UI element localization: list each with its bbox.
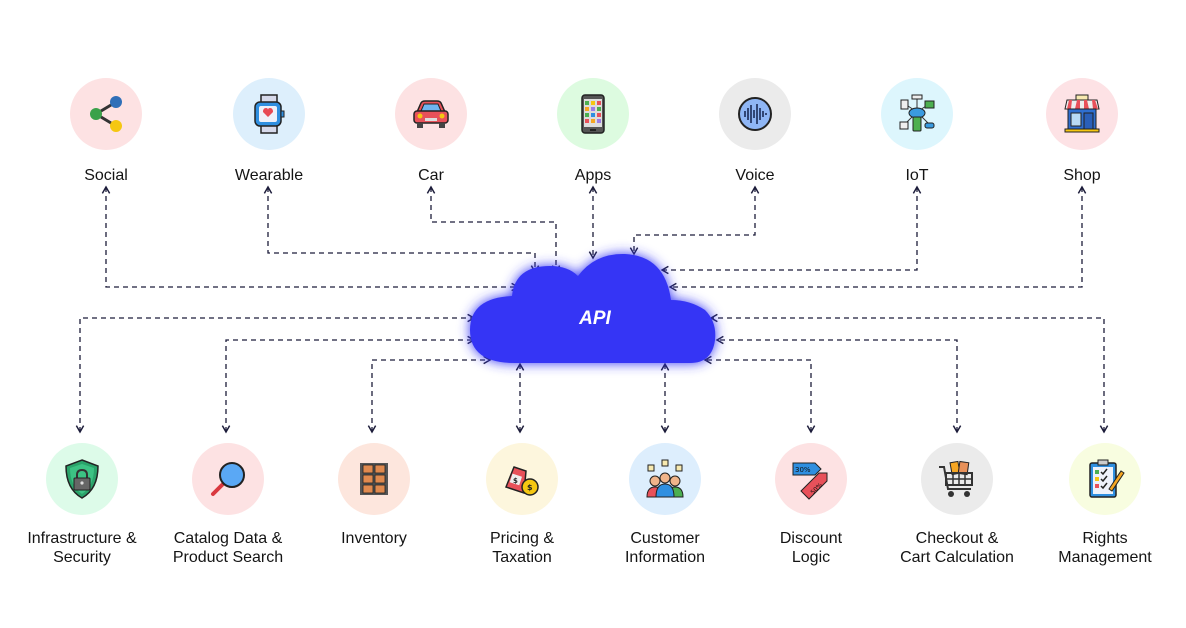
connector-rights (709, 313, 1109, 434)
discount-circle: 30% 50% (775, 443, 847, 515)
node-apps: Apps (518, 78, 668, 185)
api-integration-diagram: API Social Wearable Car Apps Voice IoT S… (0, 0, 1186, 628)
api-label: API (579, 308, 611, 329)
storefront-icon (1064, 94, 1100, 133)
node-discount-logic: 30% 50% Discount Logic (736, 443, 886, 567)
node-car: Car (356, 78, 506, 185)
node-checkout-cart: Checkout & Cart Calculation (882, 443, 1032, 567)
apps-circle (557, 78, 629, 150)
warehouse-shelf-icon (360, 463, 388, 495)
infrastructure-circle (46, 443, 118, 515)
smartphone-apps-icon (581, 94, 605, 134)
node-pricing-taxation: $ $ Pricing & Taxation (447, 443, 597, 567)
iot-circle (881, 78, 953, 150)
connector-checkout (715, 335, 962, 434)
catalog-circle (192, 443, 264, 515)
rights-management-label: Rights Management (1058, 530, 1152, 566)
customers-group-icon (646, 459, 684, 498)
checkout-circle (921, 443, 993, 515)
catalog-data-label: Catalog Data & Product Search (172, 530, 284, 566)
discount-logic-label: Discount Logic (779, 530, 843, 566)
smartwatch-icon (254, 94, 285, 134)
shop-circle (1046, 78, 1118, 150)
svg-text:$: $ (527, 483, 533, 492)
iot-label: IoT (905, 167, 929, 184)
social-circle (70, 78, 142, 150)
customer-circle (629, 443, 701, 515)
share-icon (90, 96, 122, 132)
node-iot: IoT (842, 78, 992, 185)
svg-text:30%: 30% (795, 466, 811, 474)
node-inventory: Inventory (299, 443, 449, 548)
connector-discount (703, 355, 816, 434)
rights-circle (1069, 443, 1141, 515)
discount-tag-icon: 30% 50% (792, 462, 828, 500)
shield-lock-icon (65, 459, 99, 499)
infrastructure-security-label: Infrastructure & Security (27, 530, 137, 566)
node-shop: Shop (1007, 78, 1157, 185)
car-circle (395, 78, 467, 150)
shop-label: Shop (1063, 167, 1101, 184)
connector-infrastructure (75, 313, 476, 434)
node-customer-information: Customer Information (590, 443, 740, 567)
voice-wave-icon (738, 97, 772, 131)
node-voice: Voice (680, 78, 830, 185)
shopping-cart-icon (939, 460, 973, 497)
connector-car (426, 185, 561, 274)
price-tag-coin-icon: $ $ (505, 466, 539, 496)
customer-information-label: Customer Information (624, 530, 706, 566)
connector-shop (668, 185, 1087, 292)
pricing-taxation-label: Pricing & Taxation (489, 530, 555, 566)
connector-social (101, 185, 520, 292)
svg-text:$: $ (513, 477, 518, 485)
connector-voice (629, 185, 760, 256)
voice-circle (719, 78, 791, 150)
node-wearable: Wearable (194, 78, 344, 185)
checklist-clipboard-icon (1089, 459, 1125, 498)
pricing-circle: $ $ (486, 443, 558, 515)
node-social: Social (31, 78, 181, 185)
wearable-label: Wearable (234, 167, 304, 184)
magnifier-icon (211, 462, 245, 496)
node-catalog-data: Catalog Data & Product Search (153, 443, 303, 567)
node-rights-management: Rights Management (1030, 443, 1180, 567)
connector-inventory (367, 355, 492, 434)
connector-iot (660, 185, 922, 275)
car-label: Car (418, 167, 444, 184)
social-label: Social (84, 167, 128, 184)
connector-wearable (263, 185, 540, 274)
voice-label: Voice (735, 167, 775, 184)
connector-catalog (221, 335, 476, 434)
iot-network-icon (899, 94, 935, 132)
apps-label: Apps (574, 167, 612, 184)
checkout-cart-label: Checkout & Cart Calculation (900, 530, 1014, 566)
inventory-label: Inventory (341, 530, 407, 547)
inventory-circle (338, 443, 410, 515)
car-icon (413, 100, 449, 128)
wearable-circle (233, 78, 305, 150)
node-infrastructure-security: Infrastructure & Security (7, 443, 157, 567)
